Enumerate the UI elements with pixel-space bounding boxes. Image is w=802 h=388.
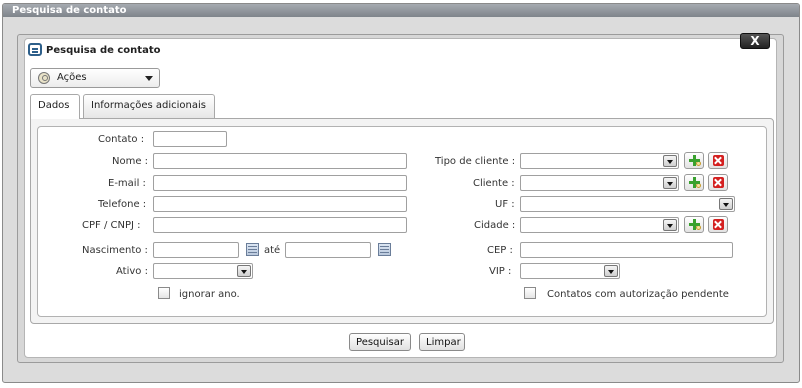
remove-icon — [713, 155, 724, 166]
tipo-cliente-select[interactable] — [520, 153, 679, 169]
actions-label: Ações — [57, 72, 87, 83]
remove-cidade-button[interactable] — [708, 216, 728, 233]
email-input[interactable] — [153, 175, 407, 191]
dialog-header: Pesquisa de contato — [25, 39, 776, 59]
remove-icon — [713, 177, 724, 188]
remove-icon — [713, 219, 724, 230]
ativo-label: Ativo : — [116, 266, 148, 277]
ativo-select[interactable] — [153, 263, 253, 279]
cep-input[interactable] — [520, 242, 733, 258]
telefone-input[interactable] — [153, 196, 407, 212]
uf-select[interactable] — [520, 196, 735, 212]
window-title: Pesquisa de contato — [3, 4, 799, 17]
contato-label: Contato : — [98, 134, 145, 145]
calendar-icon[interactable] — [246, 243, 259, 256]
chevron-down-icon — [663, 177, 677, 189]
nome-input[interactable] — [153, 153, 407, 169]
nascimento-ate-label: até — [264, 245, 281, 256]
ignorar-ano-checkbox[interactable] — [158, 287, 170, 299]
close-button[interactable]: X — [740, 33, 770, 49]
nascimento-label: Nascimento : — [82, 245, 148, 256]
cliente-label: Cliente : — [473, 178, 515, 189]
uf-label: UF : — [495, 199, 515, 210]
chevron-down-icon — [604, 265, 618, 277]
dialog-title: Pesquisa de contato — [46, 45, 161, 56]
cidade-label: Cidade : — [474, 220, 516, 231]
vip-label: VIP : — [489, 266, 512, 277]
chevron-down-icon — [237, 265, 251, 277]
add-search-icon — [689, 219, 701, 230]
nascimento-to-input[interactable] — [285, 242, 371, 258]
chevron-down-icon — [663, 219, 677, 231]
chevron-down-icon — [145, 76, 153, 81]
search-button[interactable]: Pesquisar — [349, 333, 411, 351]
search-contact-dialog: Pesquisa de contato Ações Dados Informaç… — [17, 33, 784, 363]
nome-label: Nome : — [112, 156, 149, 167]
add-tipo-cliente-button[interactable] — [684, 152, 704, 169]
tab-panel: Contato : Nome : E-mail : Telefone : CPF… — [30, 118, 774, 324]
remove-tipo-cliente-button[interactable] — [708, 152, 728, 169]
tipo-cliente-label: Tipo de cliente : — [435, 156, 516, 167]
autorizacao-pendente-checkbox[interactable] — [524, 287, 536, 299]
dialog-content: Pesquisa de contato Ações Dados Informaç… — [24, 38, 777, 358]
actions-dropdown[interactable]: Ações — [30, 68, 160, 88]
tab-informacoes-adicionais[interactable]: Informações adicionais — [83, 94, 215, 118]
cidade-select[interactable] — [520, 217, 679, 233]
add-search-icon — [689, 177, 701, 188]
contato-input[interactable] — [153, 131, 227, 147]
cpf-cnpj-label: CPF / CNPJ : — [82, 220, 141, 231]
vip-select[interactable] — [520, 263, 620, 279]
add-cliente-button[interactable] — [684, 174, 704, 191]
telefone-label: Telefone : — [98, 199, 147, 210]
cliente-select[interactable] — [520, 175, 679, 191]
email-label: E-mail : — [108, 178, 146, 189]
chevron-down-icon — [663, 155, 677, 167]
remove-cliente-button[interactable] — [708, 174, 728, 191]
search-form: Contato : Nome : E-mail : Telefone : CPF… — [37, 126, 767, 317]
tab-dados[interactable]: Dados — [30, 94, 80, 119]
chat-icon — [28, 43, 42, 56]
chevron-down-icon — [719, 198, 733, 210]
clear-button[interactable]: Limpar — [419, 333, 465, 351]
cep-label: CEP : — [487, 245, 513, 256]
gear-icon — [38, 72, 50, 84]
nascimento-from-input[interactable] — [153, 242, 239, 258]
add-cidade-button[interactable] — [684, 216, 704, 233]
add-search-icon — [689, 155, 701, 166]
cpf-cnpj-input[interactable] — [153, 217, 407, 233]
autorizacao-pendente-label: Contatos com autorização pendente — [547, 289, 729, 300]
ignorar-ano-label: ignorar ano. — [179, 289, 240, 300]
calendar-icon[interactable] — [378, 243, 391, 256]
